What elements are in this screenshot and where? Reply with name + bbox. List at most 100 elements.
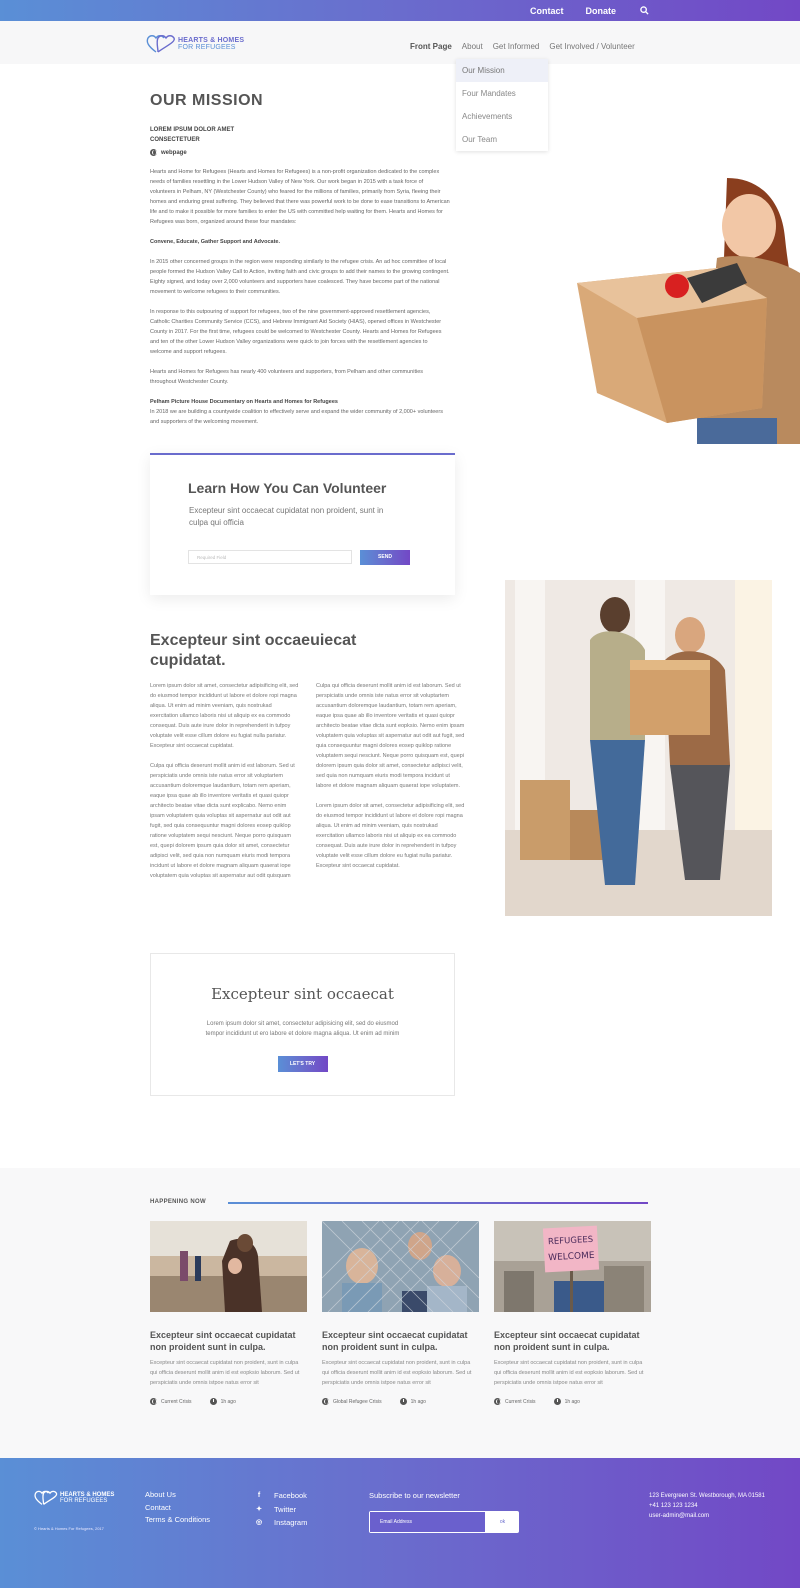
site-footer: HEARTS & HOMES FOR REFUGEES © Hearts & H…	[0, 1458, 800, 1588]
news-card[interactable]: Excepteur sint occaecat cupidatat non pr…	[150, 1221, 307, 1405]
documentary-heading: Pelham Picture House Documentary on Hear…	[150, 399, 338, 405]
twitter-icon: ✦	[256, 1505, 262, 1513]
footer-phone[interactable]: +41 123 123 1234	[649, 1501, 765, 1511]
section-title: Excepteur sint occaeuiecat cupidatat.	[150, 632, 357, 669]
news-card[interactable]: Excepteur sint occaecat cupidatat non pr…	[321, 1220, 480, 1405]
footer-address: 123 Evergreen St. Westborough, MA 01581	[649, 1493, 765, 1499]
footer-link-contact[interactable]: Contact	[145, 1502, 210, 1515]
menu-item-achievements[interactable]: Achievements	[456, 105, 548, 128]
page-title: OUR MISSION	[150, 92, 264, 109]
donate-link[interactable]: Donate	[585, 6, 616, 16]
nav-get-informed[interactable]: Get Informed	[493, 42, 540, 51]
column-paragraph: Lorem ipsum dolor sit amet, consectetur …	[316, 803, 465, 869]
cta-text: Lorem ipsum dolor sit amet, consectetur …	[205, 1021, 400, 1037]
footer-link-terms[interactable]: Terms & Conditions	[145, 1514, 210, 1527]
volunteer-email-input[interactable]: Required Field	[188, 550, 352, 564]
column-paragraph: Lorem ipsum dolor sit amet, consectetur …	[150, 683, 299, 749]
clock-icon	[553, 1398, 561, 1405]
hearts-logo-icon	[34, 1490, 58, 1505]
facebook-icon: f	[257, 1492, 261, 1499]
text-column-right: Culpa qui officia deserunt mollit anim i…	[316, 681, 466, 881]
footer-social: f Facebook ✦ Twitter ◎ Instagram	[255, 1489, 307, 1530]
instagram-icon: ◎	[255, 1519, 263, 1526]
globe-icon	[150, 149, 157, 156]
card-title: Excepteur sint occaecat cupidatat non pr…	[322, 1330, 468, 1352]
nav-front-page[interactable]: Front Page	[410, 42, 452, 51]
main-navbar: HEARTS & HOMES FOR REFUGEES Front Page A…	[0, 21, 800, 64]
mission-paragraph: Hearts and Home for Refugees (Hearts and…	[150, 169, 450, 225]
social-label: Instagram	[274, 1518, 308, 1527]
clock-icon	[209, 1398, 217, 1405]
logo-line1: HEARTS & HOMES	[178, 37, 245, 44]
logo-line2: FOR REFUGEES	[178, 44, 236, 51]
top-bar: Contact Donate	[0, 0, 800, 21]
globe-icon	[494, 1398, 501, 1405]
children-fence-photo	[321, 1220, 480, 1313]
card-time: 1h ago	[410, 1398, 426, 1405]
mission-body: Hearts and Home for Refugees (Hearts and…	[150, 167, 450, 437]
footer-link-about-us[interactable]: About Us	[145, 1489, 210, 1502]
woman-with-box-image	[577, 178, 800, 444]
mission-paragraph: In 2018 we are building a countywide coa…	[150, 409, 443, 425]
footer-logo[interactable]: HEARTS & HOMES FOR REFUGEES	[34, 1490, 114, 1506]
webpage-link[interactable]: webpage	[150, 149, 187, 156]
send-button[interactable]: SEND	[360, 550, 410, 565]
cta-card: Excepteur sint occaecat Lorem ipsum dolo…	[150, 953, 455, 1096]
card-tag[interactable]: Current Crisis	[161, 1399, 192, 1405]
card-tag[interactable]: Current Crisis	[505, 1399, 536, 1405]
contact-link[interactable]: Contact	[530, 6, 564, 16]
newsletter-label: Subscribe to our newsletter	[369, 1491, 460, 1500]
volunteer-card: Learn How You Can Volunteer Excepteur si…	[150, 453, 455, 595]
mission-paragraph: Hearts and Homes for Refugees has nearly…	[150, 369, 424, 385]
clock-icon	[399, 1398, 407, 1405]
cta-title: Excepteur sint occaecat	[211, 985, 394, 1003]
about-dropdown-menu: Our Mission Four Mandates Achievements O…	[456, 59, 548, 151]
newsletter-email-input[interactable]: Email Address	[370, 1512, 485, 1532]
social-twitter[interactable]: ✦ Twitter	[255, 1503, 307, 1517]
card-time: 1h ago	[220, 1398, 236, 1405]
social-facebook[interactable]: f Facebook	[255, 1489, 307, 1503]
divider	[228, 1202, 648, 1204]
card-text: Excepteur sint occaecat cupidatat non pr…	[150, 1360, 300, 1386]
footer-links: About Us Contact Terms & Conditions	[145, 1489, 210, 1527]
social-instagram[interactable]: ◎ Instagram	[255, 1516, 307, 1530]
lets-try-button[interactable]: LET'S TRY	[277, 1056, 328, 1072]
refugee-mother-photo	[150, 1221, 307, 1312]
social-label: Twitter	[274, 1504, 297, 1514]
volunteer-title: Learn How You Can Volunteer	[188, 480, 387, 496]
mission-paragraph: In response to this outpouring of suppor…	[150, 309, 442, 355]
search-icon[interactable]	[638, 5, 650, 17]
text-column-left: Lorem ipsum dolor sit amet, consectetur …	[150, 681, 300, 891]
copyright: © Hearts & Homes For Refugees, 2017	[34, 1526, 104, 1531]
footer-contact: 123 Evergreen St. Westborough, MA 01581 …	[649, 1491, 765, 1521]
menu-item-four-mandates[interactable]: Four Mandates	[456, 82, 548, 105]
footer-email[interactable]: user-admin@mail.com	[649, 1511, 765, 1521]
webpage-label: webpage	[161, 149, 187, 156]
nav-get-involved[interactable]: Get Involved / Volunteer	[549, 42, 634, 51]
globe-icon	[322, 1398, 329, 1405]
card-tag[interactable]: Global Refugee Crisis	[333, 1399, 382, 1405]
volunteer-text: Excepteur sint occaecat cupidatat non pr…	[189, 506, 384, 527]
menu-item-our-team[interactable]: Our Team	[456, 128, 548, 151]
card-text: Excepteur sint occaecat cupidatat non pr…	[494, 1360, 644, 1386]
refugees-welcome-sign-photo: REFUGEES WELCOME	[494, 1221, 651, 1312]
men-moving-box-image	[505, 580, 772, 916]
card-title: Excepteur sint occaecat cupidatat non pr…	[494, 1330, 640, 1352]
news-card[interactable]: REFUGEES WELCOME Excepteur sint occaecat…	[494, 1221, 651, 1405]
primary-nav: Front Page About Get Informed Get Involv…	[410, 42, 635, 51]
mission-subhead: LOREM IPSUM DOLOR AMET CONSECTETUER	[150, 127, 235, 143]
logo-line2: FOR REFUGEES	[60, 1498, 108, 1504]
mission-paragraph: In 2015 other concerned groups in the re…	[150, 259, 450, 295]
hearts-logo-icon	[146, 35, 175, 53]
card-title: Excepteur sint occaecat cupidatat non pr…	[150, 1330, 296, 1352]
newsletter-ok-button[interactable]: ok	[486, 1511, 519, 1533]
newsletter-form: Email Address ok	[369, 1511, 519, 1533]
column-paragraph: Culpa qui officia deserunt mollit anim i…	[316, 683, 465, 789]
site-logo[interactable]: HEARTS & HOMES FOR REFUGEES	[146, 34, 244, 54]
card-text: Excepteur sint occaecat cupidatat non pr…	[322, 1360, 472, 1386]
card-time: 1h ago	[564, 1398, 580, 1405]
nav-about[interactable]: About	[462, 42, 483, 51]
column-paragraph: Culpa qui officia deserunt mollit anim i…	[150, 763, 295, 879]
social-label: Facebook	[274, 1491, 307, 1500]
menu-item-our-mission[interactable]: Our Mission	[456, 59, 548, 82]
